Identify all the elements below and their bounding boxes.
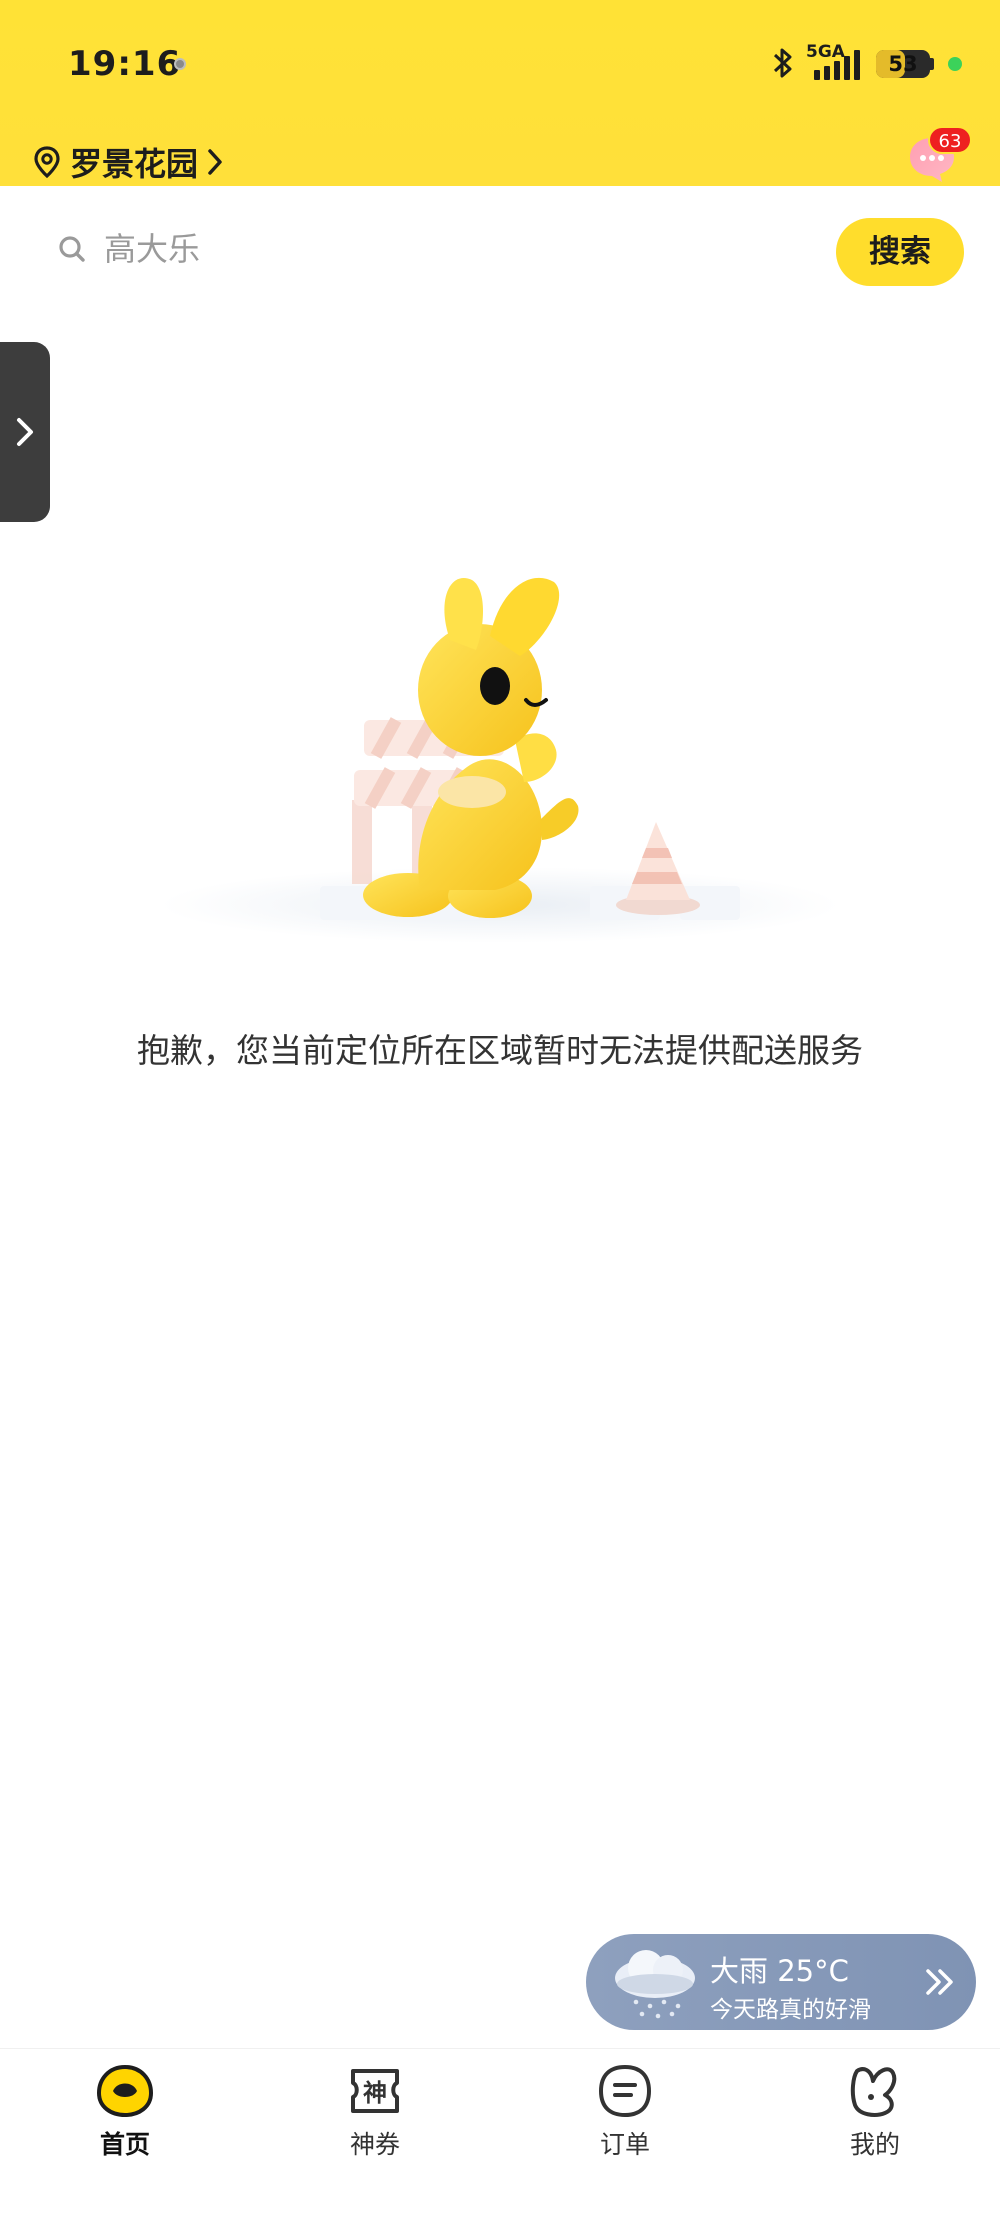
- location-selector[interactable]: 罗景花园: [32, 140, 224, 184]
- search-bar: 搜索: [0, 186, 1000, 314]
- notification-dot-icon: [174, 58, 186, 70]
- profile-icon: [850, 2067, 897, 2117]
- tab-label: 订单: [599, 2130, 650, 2159]
- chevron-right-icon: [208, 149, 222, 175]
- tab-label: 首页: [99, 2130, 150, 2159]
- heavy-rain-cloud-icon: [615, 1950, 695, 2019]
- coupon-icon: 神: [351, 2069, 399, 2113]
- search-field[interactable]: [40, 216, 820, 282]
- home-face-icon: [96, 2064, 154, 2118]
- order-icon: [598, 2064, 652, 2118]
- battery-level: 53: [888, 52, 918, 76]
- tab-home[interactable]: 首页: [55, 2063, 195, 2173]
- battery-icon: 53: [876, 50, 930, 78]
- weather-subtitle: 今天路真的好滑: [710, 1997, 871, 2023]
- status-time: 19:16: [68, 44, 182, 84]
- out-of-service-illustration: [160, 577, 840, 943]
- status-bar: 19:16 5GA 53: [0, 0, 1000, 120]
- top-header: 19:16 5GA 53 罗景花园 63: [0, 0, 1000, 186]
- privacy-indicator-icon: [948, 57, 962, 71]
- bluetooth-icon: [773, 48, 792, 78]
- weather-title: 大雨 25°C: [710, 1954, 849, 1988]
- chevron-right-icon: [17, 418, 33, 446]
- bottom-tab-bar: 首页 神 神券 订单 我的: [0, 2048, 1000, 2223]
- double-chevron-right-icon: [926, 1969, 953, 1995]
- location-pin-icon: [34, 146, 60, 179]
- location-name: 罗景花园: [70, 145, 199, 183]
- tab-label: 神券: [349, 2130, 400, 2159]
- tab-orders[interactable]: 订单: [555, 2063, 695, 2173]
- signal-icon: [814, 50, 860, 80]
- tab-label: 我的: [849, 2130, 900, 2159]
- empty-state-message: 抱歉，您当前定位所在区域暂时无法提供配送服务: [137, 1031, 863, 1070]
- message-badge: 63: [928, 126, 972, 154]
- battery-nub: [930, 58, 934, 70]
- search-button[interactable]: 搜索: [836, 218, 964, 286]
- tab-coupons[interactable]: 神 神券: [305, 2063, 445, 2173]
- weather-card[interactable]: 大雨 25°C 今天路真的好滑: [586, 1934, 976, 2030]
- svg-text:神: 神: [363, 2079, 387, 2107]
- tab-profile[interactable]: 我的: [805, 2063, 945, 2173]
- search-input[interactable]: [102, 229, 706, 269]
- search-icon: [59, 236, 85, 262]
- side-drawer-handle[interactable]: [0, 342, 50, 522]
